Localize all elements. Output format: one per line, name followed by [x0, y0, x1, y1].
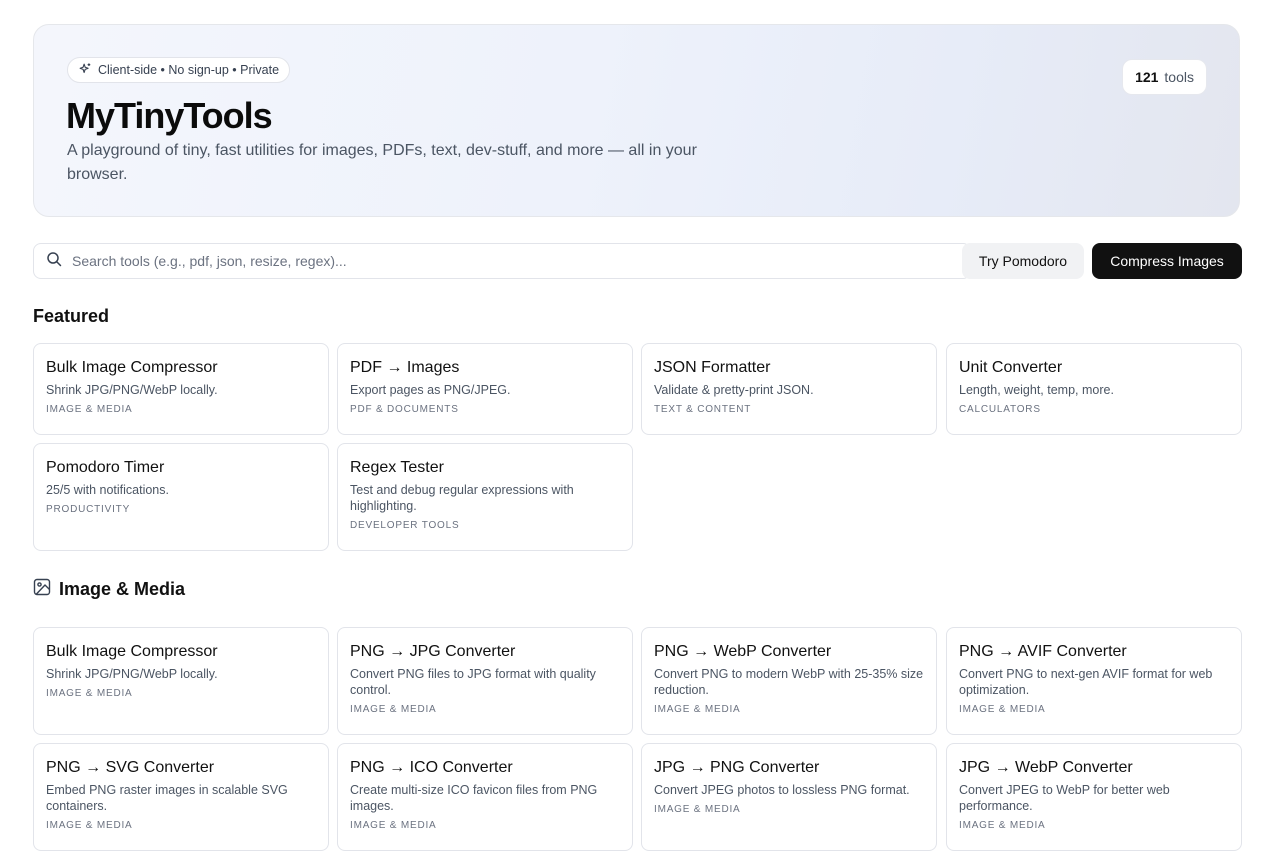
- tool-card-title: PNG → SVG Converter: [46, 759, 215, 776]
- tool-card-category: IMAGE & MEDIA: [46, 820, 133, 831]
- tool-card-title: PNG → WebP Converter: [654, 643, 832, 660]
- tool-card-desc: Shrink JPG/PNG/WebP locally.: [46, 667, 218, 681]
- search-bar[interactable]: [33, 243, 971, 279]
- tool-card-category: PRODUCTIVITY: [46, 504, 131, 515]
- tool-card[interactable]: Pomodoro Timer 25/5 with notifications. …: [33, 443, 329, 551]
- tool-card-category: IMAGE & MEDIA: [350, 820, 437, 831]
- tool-card[interactable]: JPG → WebP Converter Convert JPEG to Web…: [946, 743, 1242, 851]
- compress-images-button[interactable]: Compress Images: [1092, 243, 1242, 279]
- tool-card-category: DEVELOPER TOOLS: [350, 520, 460, 531]
- tool-card-title: PNG → JPG Converter: [350, 643, 516, 660]
- tool-card-category: CALCULATORS: [959, 404, 1041, 415]
- tool-card[interactable]: PNG → SVG Converter Embed PNG raster ima…: [33, 743, 329, 851]
- tool-card-desc: Embed PNG raster images in scalable SVG …: [46, 783, 288, 813]
- tool-card[interactable]: Bulk Image Compressor Shrink JPG/PNG/Web…: [33, 627, 329, 735]
- tool-card[interactable]: PNG → ICO Converter Create multi-size IC…: [337, 743, 633, 851]
- tool-card-title: JSON Formatter: [654, 359, 771, 376]
- tool-card-category: IMAGE & MEDIA: [654, 804, 741, 815]
- tools-count-label: tools: [1164, 69, 1194, 85]
- search-icon: [46, 251, 62, 272]
- tool-card-category: IMAGE & MEDIA: [654, 704, 741, 715]
- tool-card[interactable]: JSON Formatter Validate & pretty-print J…: [641, 343, 937, 435]
- tool-card-title: JPG → WebP Converter: [959, 759, 1133, 776]
- tool-card[interactable]: PNG → AVIF Converter Convert PNG to next…: [946, 627, 1242, 735]
- tool-card[interactable]: Unit Converter Length, weight, temp, mor…: [946, 343, 1242, 435]
- tool-card-category: PDF & DOCUMENTS: [350, 404, 459, 415]
- tool-card-desc: Create multi-size ICO favicon files from…: [350, 783, 598, 813]
- tool-card-category: IMAGE & MEDIA: [959, 820, 1046, 831]
- tool-card-title: Pomodoro Timer: [46, 459, 165, 476]
- sparkle-icon: [78, 62, 92, 79]
- tool-card-title: Bulk Image Compressor: [46, 359, 218, 376]
- image-icon: [33, 578, 51, 601]
- tool-card-desc: Validate & pretty-print JSON.: [654, 383, 814, 397]
- tool-card-desc: Shrink JPG/PNG/WebP locally.: [46, 383, 218, 397]
- tool-card[interactable]: PNG → JPG Converter Convert PNG files to…: [337, 627, 633, 735]
- image-media-title: Image & Media: [59, 579, 186, 599]
- tool-card-title: Unit Converter: [959, 359, 1063, 376]
- tool-card-title: Regex Tester: [350, 459, 444, 476]
- tool-card-category: TEXT & CONTENT: [654, 404, 752, 415]
- tools-count-value: 121: [1135, 69, 1159, 85]
- tool-card-desc: Convert PNG to next-gen AVIF format for …: [959, 667, 1213, 697]
- tool-card-desc: Export pages as PNG/JPEG.: [350, 383, 511, 397]
- tool-card-desc: Convert PNG files to JPG format with qua…: [350, 667, 596, 697]
- tool-card-desc: Test and debug regular expressions with …: [350, 483, 574, 513]
- page-subtitle: A playground of tiny, fast utilities for…: [67, 142, 697, 183]
- try-pomodoro-button[interactable]: Try Pomodoro: [962, 243, 1084, 279]
- tool-card-desc: 25/5 with notifications.: [46, 483, 169, 497]
- tool-card-category: IMAGE & MEDIA: [46, 404, 133, 415]
- featured-title: Featured: [33, 306, 110, 326]
- tool-card-desc: Length, weight, temp, more.: [959, 383, 1114, 397]
- tool-card[interactable]: Bulk Image Compressor Shrink JPG/PNG/Web…: [33, 343, 329, 435]
- featured-heading: Featured: [33, 306, 109, 327]
- tool-card-desc: Convert JPEG to WebP for better web perf…: [959, 783, 1170, 813]
- tool-card-title: Bulk Image Compressor: [46, 643, 218, 660]
- page-title: MyTinyTools: [66, 95, 273, 136]
- tool-card-title: PDF → Images: [350, 359, 460, 376]
- tool-card-title: JPG → PNG Converter: [654, 759, 820, 776]
- tool-card-title: PNG → AVIF Converter: [959, 643, 1127, 660]
- tool-card-category: IMAGE & MEDIA: [46, 688, 133, 699]
- tool-card[interactable]: PNG → WebP Converter Convert PNG to mode…: [641, 627, 937, 735]
- tool-card-category: IMAGE & MEDIA: [350, 704, 437, 715]
- privacy-pill: Client-side • No sign-up • Private: [67, 57, 291, 83]
- tool-card[interactable]: PDF → Images Export pages as PNG/JPEG. P…: [337, 343, 633, 435]
- hero-banner: Client-side • No sign-up • Private MyTin…: [33, 24, 1240, 217]
- tool-card-title: PNG → ICO Converter: [350, 759, 513, 776]
- tool-card-desc: Convert JPEG photos to lossless PNG form…: [654, 783, 910, 797]
- tool-card-desc: Convert PNG to modern WebP with 25-35% s…: [654, 667, 924, 697]
- tool-card-category: IMAGE & MEDIA: [959, 704, 1046, 715]
- search-input[interactable]: [70, 252, 934, 270]
- tools-count-badge: 121 tools: [1122, 59, 1207, 95]
- image-media-heading: Image & Media: [33, 578, 185, 601]
- tool-card[interactable]: Regex Tester Test and debug regular expr…: [337, 443, 633, 551]
- tool-card[interactable]: JPG → PNG Converter Convert JPEG photos …: [641, 743, 937, 851]
- pill-text: Client-side • No sign-up • Private: [98, 63, 280, 77]
